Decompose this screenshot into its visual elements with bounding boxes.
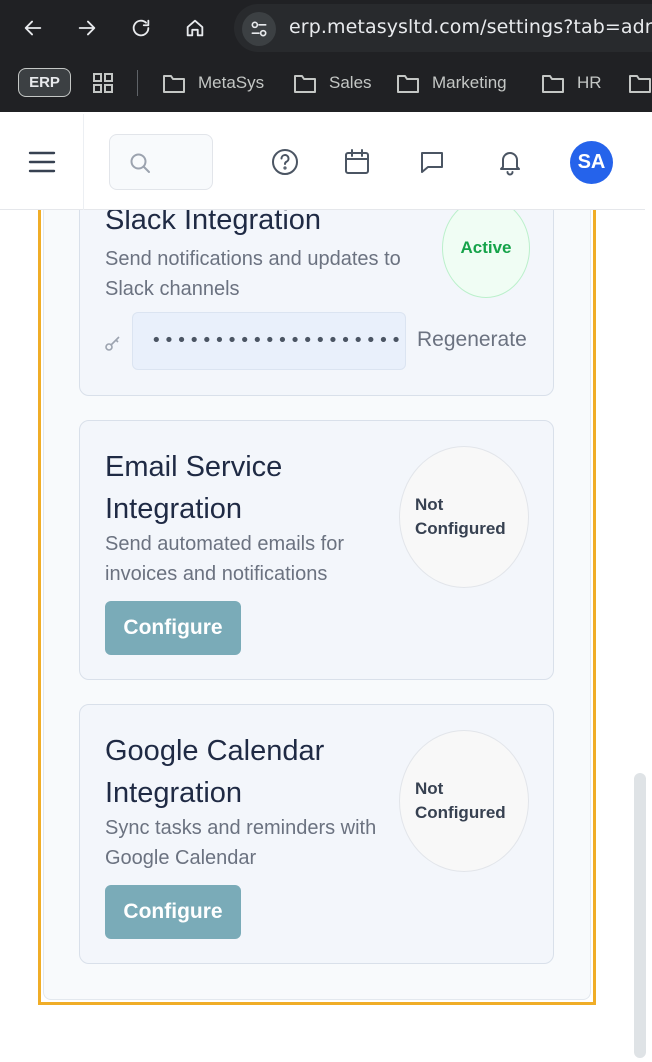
bookmark-folder-sales[interactable]: Sales (293, 69, 372, 97)
folder-icon (163, 75, 185, 93)
reload-button[interactable] (123, 10, 159, 46)
integration-description: Sync tasks and reminders with Google Cal… (105, 817, 377, 869)
bookmark-label: HR (577, 73, 602, 92)
search-icon (130, 153, 150, 173)
integration-title: Email Service Integration (105, 451, 283, 525)
arrow-left-icon (24, 20, 42, 36)
help-button[interactable] (267, 144, 303, 180)
folder-icon (294, 75, 316, 93)
integration-description: Send automated emails for invoices and n… (105, 533, 345, 585)
integration-title: Google Calendar Integration (105, 735, 325, 809)
hamburger-icon (28, 151, 55, 173)
messages-button[interactable] (414, 144, 450, 180)
bookmarks-bar: ERP MetaSys Sales Marketing HR (0, 56, 652, 112)
folder-icon (542, 75, 564, 93)
scrollbar-thumb[interactable] (634, 773, 646, 1058)
app-header (0, 114, 645, 210)
configure-button[interactable]: Configure (105, 885, 241, 939)
reload-icon (132, 19, 150, 37)
user-avatar[interactable]: SA (570, 141, 613, 184)
calendar-button[interactable] (339, 144, 375, 180)
api-key-field[interactable]: ••••••••••••••••••••••• (132, 312, 406, 370)
bookmarks-divider (137, 70, 138, 96)
arrow-right-icon (78, 20, 96, 36)
menu-toggle-button[interactable] (0, 114, 84, 210)
address-bar[interactable]: erp.metasysltd.com/settings?tab=admin (234, 4, 652, 52)
status-badge-not-configured: Not Configured (399, 446, 529, 588)
calendar-icon (345, 149, 369, 174)
bookmark-label: MetaSys (198, 73, 265, 92)
regenerate-key-button[interactable]: Regenerate (417, 328, 527, 352)
bookmark-label: Marketing (432, 73, 507, 92)
bookmark-erp[interactable]: ERP (18, 68, 71, 97)
folder-icon (397, 75, 419, 93)
integration-card-google-calendar: Google Calendar Integration Sync tasks a… (79, 704, 554, 964)
bookmark-folder-metasys[interactable]: MetaSys (162, 69, 264, 97)
site-info-button[interactable] (242, 12, 276, 46)
url-text[interactable]: erp.metasysltd.com/settings?tab=admin (289, 16, 652, 38)
main-content: Slack Integration Send notifications and… (0, 210, 633, 1062)
home-icon (186, 19, 204, 37)
notifications-button[interactable] (492, 144, 528, 180)
forward-button[interactable] (69, 10, 105, 46)
folder-icon (629, 75, 651, 93)
bell-icon (500, 152, 520, 176)
key-icon (104, 334, 122, 352)
integration-card-email: Email Service Integration Send automated… (79, 420, 554, 680)
integration-description: Send notifications and updates to Slack … (105, 248, 401, 300)
bookmark-folder-hr[interactable]: HR (541, 69, 602, 97)
back-button[interactable] (15, 10, 51, 46)
help-circle-icon (272, 149, 298, 175)
bookmark-folder-more[interactable] (628, 69, 652, 97)
integration-title: Slack Integration (105, 210, 322, 236)
search-input[interactable] (158, 149, 208, 177)
home-button[interactable] (177, 10, 213, 46)
integration-card-slack: Slack Integration Send notifications and… (79, 210, 554, 396)
browser-toolbar: erp.metasysltd.com/settings?tab=admin (0, 0, 652, 56)
status-badge-active: Active (442, 210, 530, 298)
search-box[interactable] (109, 134, 213, 190)
bookmark-folder-marketing[interactable]: Marketing (396, 69, 507, 97)
bookmark-label: Sales (329, 73, 372, 92)
chat-bubble-icon (421, 152, 443, 173)
tune-icon (251, 21, 267, 37)
configure-button[interactable]: Configure (105, 601, 241, 655)
status-badge-not-configured: Not Configured (399, 730, 529, 872)
apps-grid-icon[interactable] (91, 71, 115, 95)
